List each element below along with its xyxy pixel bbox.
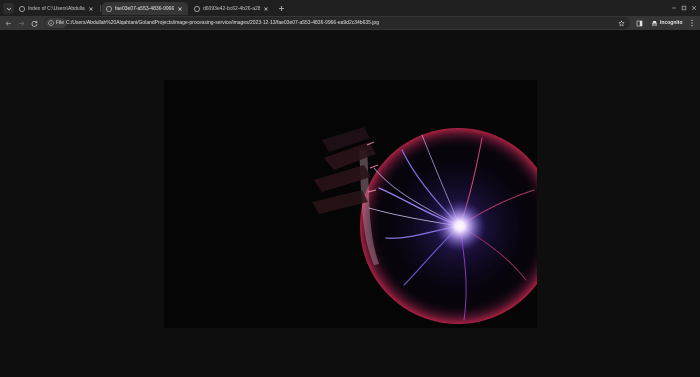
address-bar[interactable]: File C:/Users/Abdullah%20Alqahtani/Golan… — [44, 17, 630, 29]
tab-search-button[interactable] — [3, 3, 14, 14]
plasma-globe-photo — [312, 127, 556, 324]
bookmark-button[interactable] — [616, 18, 626, 28]
chevron-down-icon — [6, 7, 11, 11]
side-panel-button[interactable] — [634, 18, 644, 28]
window-close-icon — [691, 5, 697, 11]
minimize-icon — [672, 7, 676, 9]
plus-icon — [278, 5, 284, 11]
close-icon[interactable] — [87, 5, 95, 13]
arrow-left-icon — [5, 20, 11, 26]
plasma-globe-image[interactable] — [164, 80, 556, 328]
globe-icon — [194, 5, 200, 12]
maximize-icon — [681, 5, 687, 11]
minimize-button[interactable] — [669, 3, 679, 13]
forward-button[interactable] — [16, 18, 26, 28]
tab-title: Index of C:\Users\Abdullah Al... — [28, 5, 85, 12]
close-icon[interactable] — [262, 5, 270, 13]
back-button[interactable] — [3, 18, 13, 28]
incognito-icon — [651, 20, 658, 26]
browser-toolbar: File C:/Users/Abdullah%20Alqahtani/Golan… — [0, 16, 700, 30]
arrow-right-icon — [18, 20, 24, 26]
globe-icon — [19, 5, 25, 12]
info-icon — [48, 20, 54, 26]
kebab-icon — [691, 19, 693, 27]
tab-directory-index[interactable]: Index of C:\Users\Abdullah Al... — [15, 2, 99, 15]
tab-strip: Index of C:\Users\Abdullah Al... fae03e0… — [0, 0, 700, 16]
incognito-label: Incognito — [660, 20, 683, 26]
image-viewer — [0, 30, 700, 377]
tab-divider — [100, 5, 101, 12]
side-panel-icon — [636, 20, 642, 26]
maximize-button[interactable] — [679, 3, 689, 13]
star-icon — [617, 19, 625, 26]
window-close-button[interactable] — [689, 3, 699, 13]
reload-icon — [31, 20, 37, 27]
close-icon[interactable] — [176, 5, 184, 13]
globe-icon — [106, 5, 112, 12]
scheme-label: File — [56, 20, 65, 26]
url-text[interactable]: C:/Users/Abdullah%20Alqahtani/GolandProj… — [66, 20, 379, 26]
tab-second-image[interactable]: d6093e42-bc62-4b26-a284-07... — [190, 2, 274, 15]
tab-active-image[interactable]: fae03e07-a553-4836-9966-e... — [102, 2, 188, 15]
site-info-chip[interactable]: File — [45, 18, 68, 28]
tab-title: fae03e07-a553-4836-9966-e... — [115, 5, 174, 12]
reload-button[interactable] — [29, 18, 39, 28]
menu-button[interactable] — [687, 18, 697, 28]
new-tab-button[interactable] — [276, 3, 286, 13]
tab-title: d6093e42-bc62-4b26-a284-07... — [203, 5, 260, 12]
incognito-indicator[interactable]: Incognito — [647, 17, 687, 29]
